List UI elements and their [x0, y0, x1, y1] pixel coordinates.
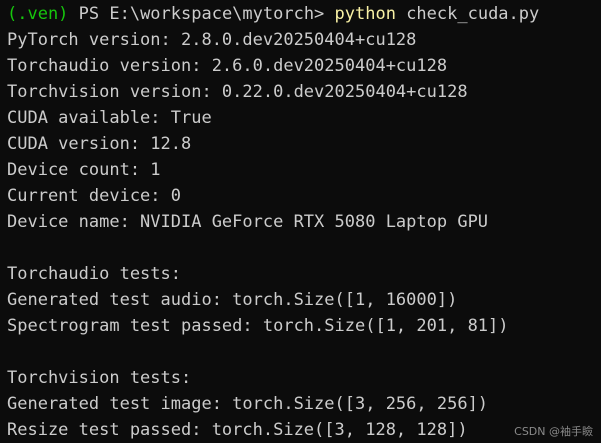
- output-line: CUDA available: True: [7, 108, 212, 128]
- prompt-env: (.ven): [7, 4, 69, 24]
- watermark: CSDN @袖手瞼: [514, 425, 593, 438]
- terminal-window[interactable]: (.ven) PS E:\workspace\mytorch> python c…: [0, 0, 601, 443]
- output-line: Torchvision tests:: [7, 368, 192, 388]
- output-line: PyTorch version: 2.8.0.dev20250404+cu128: [7, 30, 417, 50]
- output-line: Spectrogram test passed: torch.Size([1, …: [7, 316, 509, 336]
- output-line: Generated test image: torch.Size([3, 256…: [7, 394, 489, 414]
- output-line: Torchvision version: 0.22.0.dev20250404+…: [7, 82, 468, 102]
- output-line: Resize test passed: torch.Size([3, 128, …: [7, 420, 468, 440]
- output-line: CUDA version: 12.8: [7, 134, 192, 154]
- prompt-path: PS E:\workspace\mytorch>: [68, 4, 335, 24]
- output-line: Generated test audio: torch.Size([1, 160…: [7, 290, 458, 310]
- output-line: Device name: NVIDIA GeForce RTX 5080 Lap…: [7, 212, 489, 232]
- prompt-args: check_cuda.py: [395, 4, 540, 24]
- output-line: Current device: 0: [7, 186, 181, 206]
- prompt-line: (.ven) PS E:\workspace\mytorch> python c…: [7, 1, 601, 27]
- output-line: Device count: 1: [7, 160, 161, 180]
- output-line: Torchaudio tests:: [7, 264, 181, 284]
- prompt-command: python: [334, 4, 396, 24]
- output-line: Torchaudio version: 2.6.0.dev20250404+cu…: [7, 56, 448, 76]
